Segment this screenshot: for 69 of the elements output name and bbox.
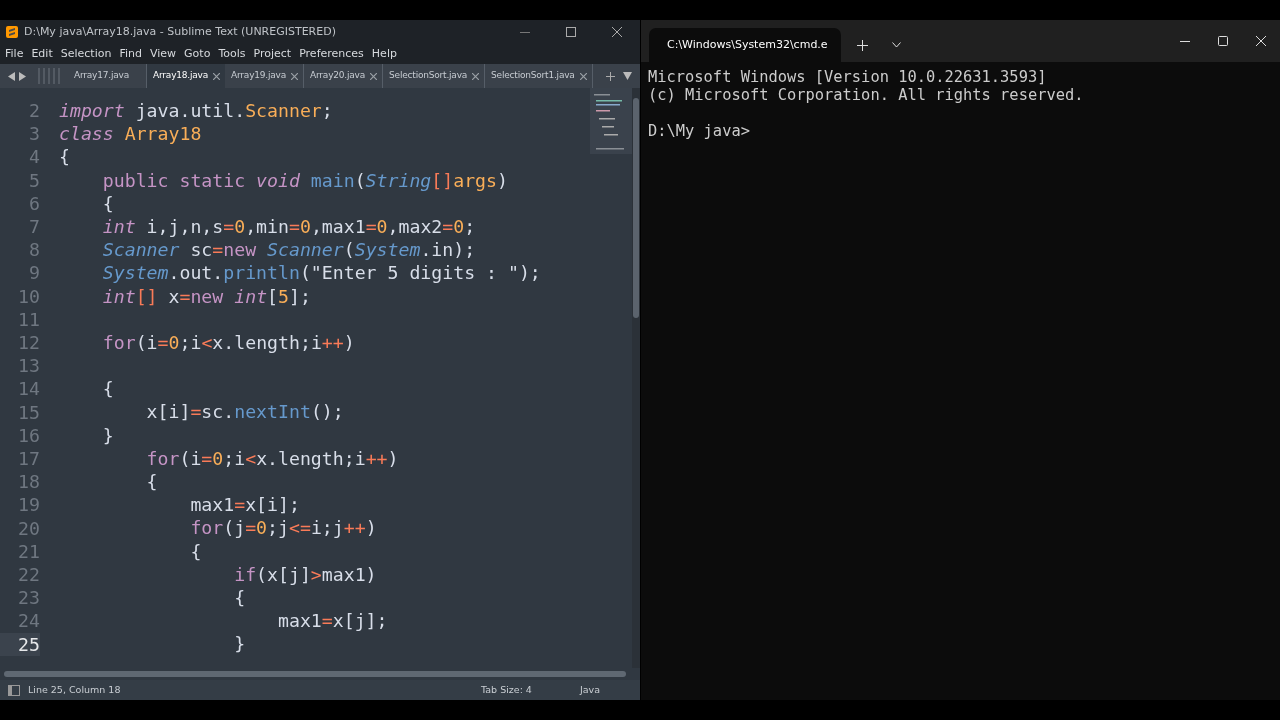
code-line: max1=x[i]; bbox=[189, 494, 300, 516]
line-number: 2 bbox=[28, 99, 40, 123]
window-title: D:\My java\Array18.java - Sublime Text (UNREGISTERED) bbox=[24, 23, 336, 40]
tab-size[interactable]: Tab Size: 4 bbox=[481, 682, 532, 698]
code-line: { bbox=[233, 586, 246, 608]
console-prompt: D:\My java> bbox=[648, 122, 751, 140]
tab[interactable]: Array20.java bbox=[304, 64, 384, 88]
line-number: 22 bbox=[17, 563, 40, 587]
line-number: 11 bbox=[17, 307, 40, 332]
code-line: for(i=0;i<x.length;i++) bbox=[101, 331, 355, 353]
line-number: 13 bbox=[17, 354, 40, 378]
line-number: 12 bbox=[17, 331, 40, 355]
console-line: (c) Microsoft Corporation. All rights reserved. bbox=[648, 86, 1085, 104]
menu-item[interactable]: Find bbox=[119, 45, 142, 63]
code-line: { bbox=[59, 146, 70, 168]
terminal-tab[interactable]: C:\Windows\System32\cmd.e bbox=[649, 28, 841, 62]
line-number: 6 bbox=[28, 191, 40, 215]
line-number: 25 bbox=[0, 632, 40, 656]
line-number: 23 bbox=[17, 586, 40, 610]
line-number: 20 bbox=[17, 516, 40, 540]
menu-item[interactable]: Help bbox=[371, 45, 397, 63]
line-number: 17 bbox=[17, 447, 40, 471]
line-number: 21 bbox=[17, 539, 40, 564]
line-number: 5 bbox=[28, 168, 40, 192]
tab[interactable]: Array18.java bbox=[147, 64, 226, 88]
code-line: import java.util.Scanner; bbox=[59, 100, 333, 121]
line-number: 24 bbox=[17, 609, 40, 633]
syntax-label[interactable]: Java bbox=[579, 682, 600, 698]
line-number: 10 bbox=[17, 284, 40, 308]
line-number: 3 bbox=[28, 122, 40, 146]
line-number: 14 bbox=[17, 377, 40, 401]
code-line: x[i]=sc.nextInt(); bbox=[145, 401, 344, 423]
menu-item[interactable]: View bbox=[150, 45, 177, 63]
code-line: if(x[j]>max1) bbox=[233, 563, 377, 585]
code-line: int[] x=new int[5]; bbox=[101, 285, 311, 307]
line-number: 19 bbox=[17, 493, 40, 517]
menu-item[interactable]: File bbox=[5, 45, 24, 63]
code-line: } bbox=[101, 424, 114, 446]
line-number: 18 bbox=[17, 470, 40, 494]
code-line: { bbox=[189, 540, 202, 562]
code-line: public static void main(String[]args) bbox=[101, 169, 508, 191]
menu-item[interactable]: Edit bbox=[31, 45, 53, 63]
line-number: 8 bbox=[28, 238, 40, 262]
line-number: 16 bbox=[17, 423, 40, 448]
menu-item[interactable]: Project bbox=[253, 45, 292, 63]
code-line: for(i=0;i<x.length;i++) bbox=[145, 447, 399, 469]
menu-item[interactable]: Preferences bbox=[299, 45, 364, 63]
code-line: max1=x[j]; bbox=[277, 610, 388, 632]
tab[interactable]: SelectionSort.java bbox=[383, 64, 486, 88]
menu-item[interactable]: Selection bbox=[60, 45, 112, 63]
line-number: 4 bbox=[28, 145, 40, 169]
code-line: Scanner sc=new Scanner(System.in); bbox=[101, 239, 476, 261]
menu-item[interactable]: Tools bbox=[218, 45, 246, 63]
tab[interactable]: SelectionSort1.java bbox=[485, 64, 593, 88]
code-line: for(j=0;j<=i;j++) bbox=[189, 517, 377, 539]
code-line: { bbox=[145, 471, 158, 492]
line-number: 9 bbox=[28, 261, 40, 285]
code-line: class Array18 bbox=[59, 123, 202, 145]
code-line: int i,j,n,s=0,min=0,max1=0,max2=0; bbox=[101, 215, 476, 237]
code-line: System.out.println("Enter 5 digits : "); bbox=[101, 262, 541, 284]
console-line: Microsoft Windows [Version 10.0.22631.3593] bbox=[648, 68, 1048, 86]
code-line: { bbox=[101, 378, 114, 400]
code-line: { bbox=[101, 192, 114, 214]
cursor-position: Line 25, Column 18 bbox=[28, 682, 121, 697]
line-number: 7 bbox=[28, 215, 40, 239]
code-line: } bbox=[233, 633, 246, 655]
menu-item[interactable]: Goto bbox=[184, 45, 211, 63]
line-number: 15 bbox=[17, 400, 40, 424]
tab[interactable]: Array19.java bbox=[225, 64, 305, 88]
